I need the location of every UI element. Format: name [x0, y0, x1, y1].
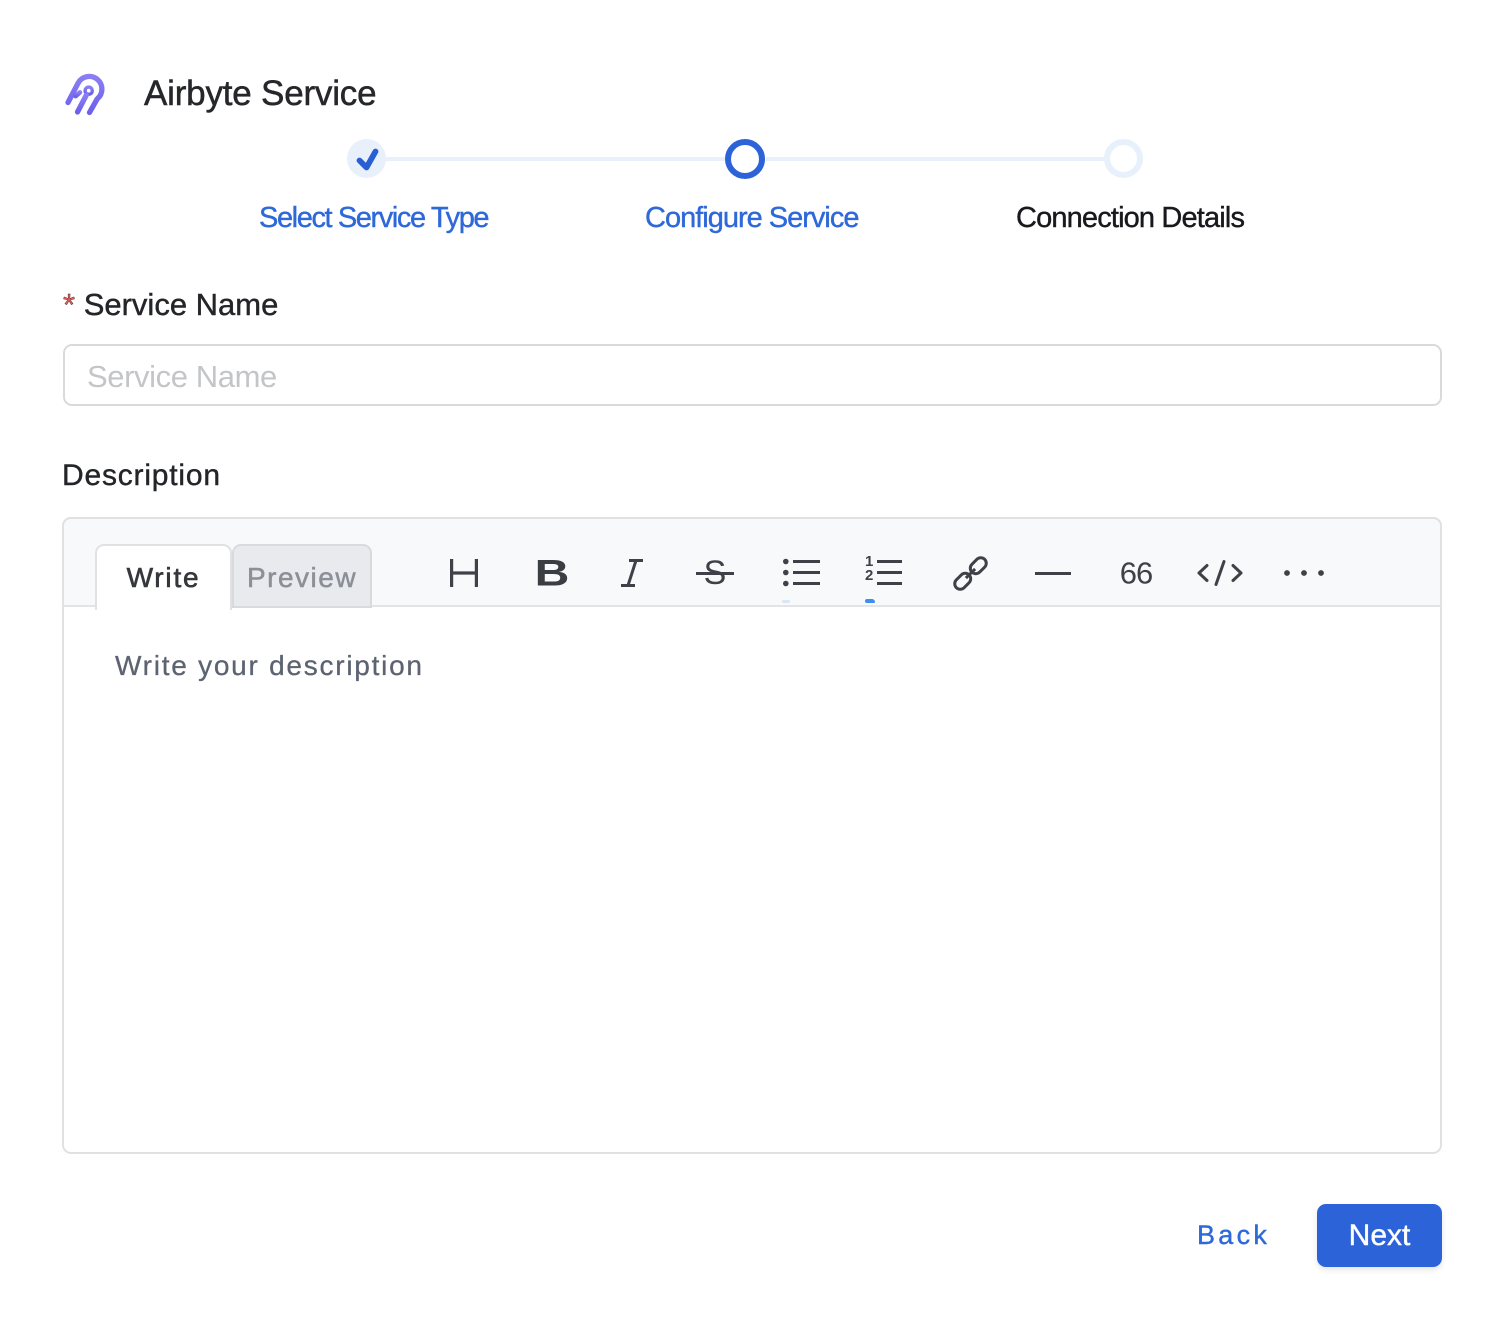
svg-text:2: 2	[865, 567, 873, 584]
